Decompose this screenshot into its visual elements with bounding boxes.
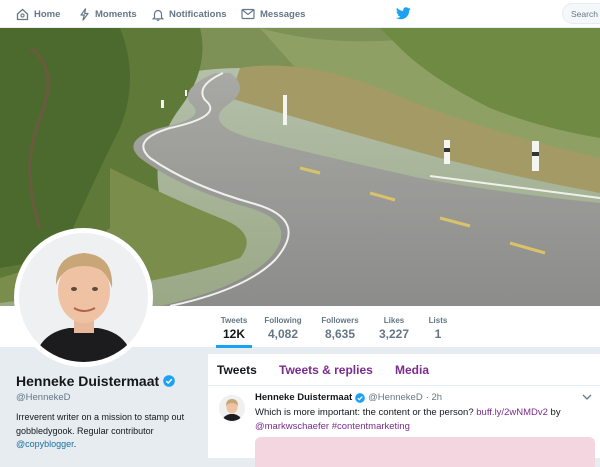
nav-notifications[interactable]: Notifications: [152, 0, 227, 28]
stat-likes-value: 3,227: [378, 327, 410, 341]
tweet-timestamp[interactable]: · 2h: [426, 392, 442, 403]
tab-tweets[interactable]: Tweets: [217, 363, 257, 377]
nav-moments[interactable]: Moments: [79, 0, 137, 28]
stat-tweets[interactable]: Tweets 12K: [216, 316, 252, 348]
stat-following[interactable]: Following 4,082: [263, 316, 303, 341]
stat-lists-value: 1: [434, 327, 442, 341]
profile-name-text: Henneke Duistermaat: [16, 373, 160, 389]
tab-media[interactable]: Media: [395, 363, 429, 377]
timeline-panel: Tweets Tweets & replies Media Henneke Du…: [208, 354, 600, 467]
tweet-author-handle[interactable]: @HennekeD: [368, 392, 423, 403]
tab-tweets-replies[interactable]: Tweets & replies: [279, 363, 373, 377]
tweet-media-preview[interactable]: [255, 437, 595, 467]
bell-icon: [152, 9, 164, 21]
tweet-body: Which is more important: the content or …: [255, 407, 477, 418]
nav-home[interactable]: Home: [16, 0, 60, 28]
stat-following-label: Following: [264, 316, 302, 325]
tweet-avatar-photo: [219, 395, 245, 421]
profile-bio: Irreverent writer on a mission to stamp …: [16, 411, 196, 452]
twitter-bird-icon[interactable]: [396, 7, 411, 20]
profile-avatar[interactable]: [14, 228, 153, 367]
nav-home-label: Home: [34, 8, 61, 20]
search-input[interactable]: Search Tw: [562, 3, 600, 24]
verified-badge-icon: [355, 392, 365, 403]
stat-followers-value: 8,635: [324, 327, 356, 341]
bio-text: Irreverent writer on a mission to stamp …: [16, 412, 185, 436]
stat-likes-label: Likes: [383, 316, 405, 325]
tweet-by: by: [547, 407, 561, 418]
nav-messages-label: Messages: [260, 8, 306, 20]
stat-lists-label: Lists: [428, 316, 448, 325]
tweet-hashtag[interactable]: #contentmarketing: [332, 421, 410, 432]
envelope-icon: [241, 8, 255, 20]
stat-followers-label: Followers: [321, 316, 359, 325]
tweet-link[interactable]: buff.ly/2wNMDv2: [476, 407, 548, 418]
chevron-down-icon[interactable]: [582, 393, 592, 401]
lightning-icon: [80, 7, 89, 21]
profile-handle[interactable]: @HennekeD: [16, 392, 71, 403]
nav-moments-label: Moments: [95, 8, 137, 20]
nav-notifications-label: Notifications: [169, 8, 227, 20]
tweet-mention[interactable]: @markwschaefer: [255, 421, 329, 432]
tweet-avatar[interactable]: [219, 395, 245, 421]
stat-tweets-label: Tweets: [220, 316, 248, 325]
verified-badge-icon: [163, 375, 175, 387]
tweet-text: Which is more important: the content or …: [255, 406, 595, 433]
stat-likes[interactable]: Likes 3,227: [377, 316, 411, 341]
stat-followers[interactable]: Followers 8,635: [319, 316, 361, 341]
bio-end: .: [73, 439, 77, 449]
home-icon: [16, 8, 29, 20]
tweet-header: Henneke Duistermaat @HennekeD · 2h: [255, 392, 442, 403]
profile-photo: [19, 233, 148, 362]
timeline-tabs: Tweets Tweets & replies Media: [208, 354, 600, 386]
nav-messages[interactable]: Messages: [241, 0, 305, 28]
top-nav-bar: Home Moments Notifications Messages Sear…: [0, 0, 600, 28]
stat-tweets-value: 12K: [222, 327, 245, 341]
profile-name[interactable]: Henneke Duistermaat: [16, 373, 175, 389]
search-placeholder: Search Tw: [571, 9, 600, 19]
tweet-item[interactable]: Henneke Duistermaat @HennekeD · 2h Which…: [208, 387, 600, 467]
stat-lists[interactable]: Lists 1: [426, 316, 450, 341]
stat-following-value: 4,082: [267, 327, 299, 341]
bio-mention-link[interactable]: @copyblogger: [16, 439, 74, 449]
tweet-author-name[interactable]: Henneke Duistermaat: [255, 392, 352, 403]
